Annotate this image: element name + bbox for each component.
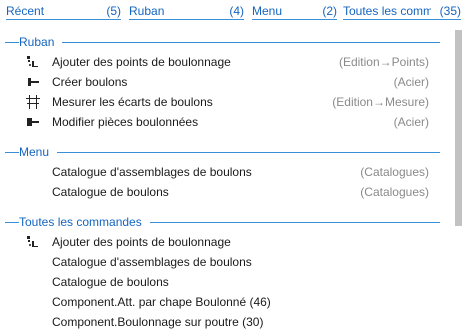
tab-underline: [6, 19, 121, 20]
tab-label: Toutes les comm...: [343, 4, 431, 18]
list-item[interactable]: Catalogue de boulons (Catalogues): [0, 182, 448, 202]
tab-label: Ruban: [129, 4, 165, 18]
scrollbar-thumb[interactable]: [455, 30, 462, 226]
bolt-icon: [28, 78, 39, 86]
tab-count: (5): [106, 4, 121, 18]
item-category: (Acier): [393, 115, 429, 129]
tab-underline: [343, 19, 461, 20]
bolt-measure-icon: [26, 95, 40, 109]
item-name: Ajouter des points de boulonnage: [52, 235, 231, 249]
item-name: Catalogue de boulons: [52, 275, 169, 289]
section-header-all-commands: Toutes les commandes: [0, 212, 448, 232]
tab-count: (35): [439, 4, 461, 18]
item-category: (Catalogues): [360, 165, 429, 179]
vertical-scrollbar[interactable]: [449, 24, 465, 331]
item-name: Catalogue d'assemblages de boulons: [52, 255, 252, 269]
tab-underline: [252, 19, 337, 20]
section-divider: [5, 42, 440, 43]
tab-ruban[interactable]: Ruban (4): [129, 0, 244, 22]
bolt-points-icon: [27, 56, 38, 67]
item-category: (Catalogues): [360, 185, 429, 199]
list-item[interactable]: Catalogue d'assemblages de boulons: [0, 252, 448, 272]
tab-underline: [129, 19, 244, 20]
item-name: Component.Boulonnage sur poutre (30): [52, 315, 264, 329]
item-name: Créer boulons: [52, 75, 128, 89]
tab-label: Menu: [252, 4, 283, 18]
list-item[interactable]: Ajouter des points de boulonnage: [0, 232, 448, 252]
command-results-list: Ruban Ajouter des points de boulonnage (…: [0, 28, 448, 331]
list-item[interactable]: Ajouter des points de boulonnage (Editio…: [0, 52, 448, 72]
tab-count: (2): [322, 4, 337, 18]
list-item[interactable]: Component.Att. par chape Boulonné (46): [0, 292, 448, 312]
list-item[interactable]: Mesurer les écarts de boulons (Edition→M…: [0, 92, 448, 112]
list-item[interactable]: Modifier pièces boulonnées (Acier): [0, 112, 448, 132]
bolt-points-icon: [27, 236, 38, 247]
item-name: Catalogue de boulons: [52, 185, 169, 199]
item-category: (Edition→Mesure): [332, 95, 429, 109]
list-item[interactable]: Catalogue de boulons: [0, 272, 448, 292]
item-category: (Acier): [393, 75, 429, 89]
section-title: Toutes les commandes: [19, 215, 150, 229]
section-header-menu: Menu: [0, 142, 448, 162]
item-name: Modifier pièces boulonnées: [52, 115, 199, 129]
section-header-ruban: Ruban: [0, 32, 448, 52]
section-title: Menu: [19, 145, 58, 159]
section-divider: [5, 152, 440, 153]
tab-all-commands[interactable]: Toutes les comm... (35): [343, 0, 461, 22]
bolted-parts-icon: [27, 118, 39, 126]
list-item[interactable]: Catalogue d'assemblages de boulons (Cata…: [0, 162, 448, 182]
item-name: Mesurer les écarts de boulons: [52, 95, 213, 109]
section-title: Ruban: [19, 35, 63, 49]
item-category: (Edition→Points): [338, 55, 429, 69]
tab-recent[interactable]: Récent (5): [6, 0, 121, 22]
tab-label: Récent: [6, 4, 45, 18]
category-tabs: Récent (5) Ruban (4) Menu (2) Toutes les…: [0, 0, 465, 22]
tab-menu[interactable]: Menu (2): [252, 0, 337, 22]
list-item[interactable]: Créer boulons (Acier): [0, 72, 448, 92]
item-name: Component.Att. par chape Boulonné (46): [52, 295, 271, 309]
item-name: Catalogue d'assemblages de boulons: [52, 165, 252, 179]
tab-count: (4): [229, 4, 244, 18]
item-name: Ajouter des points de boulonnage: [52, 55, 231, 69]
list-item[interactable]: Component.Boulonnage sur poutre (30): [0, 312, 448, 332]
